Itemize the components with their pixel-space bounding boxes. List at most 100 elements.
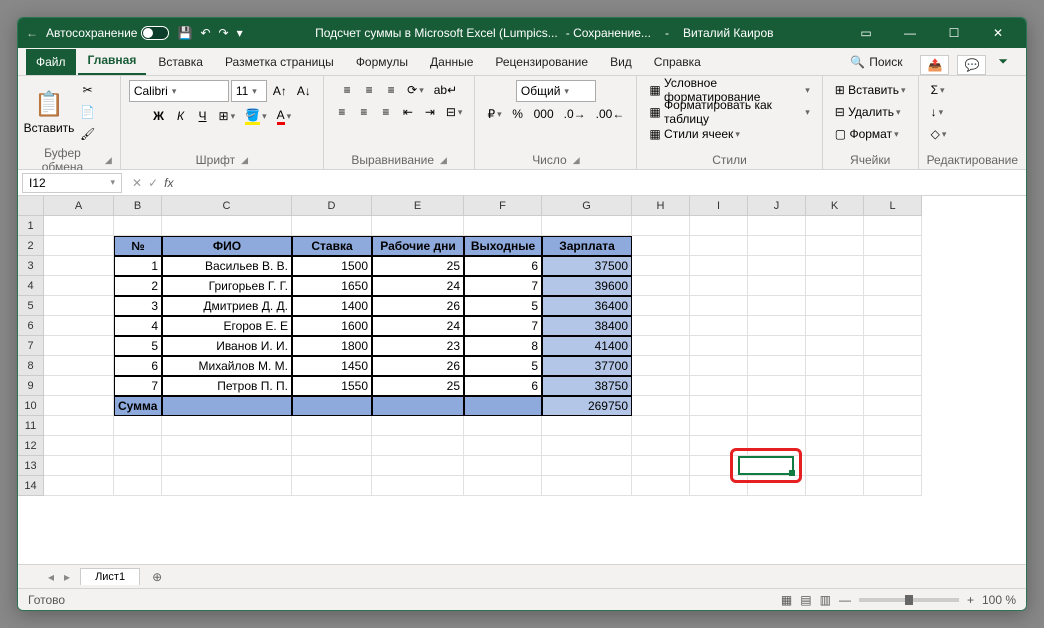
cell[interactable]	[542, 476, 632, 496]
view-layout-icon[interactable]: ▤	[800, 593, 811, 607]
cell[interactable]: 23	[372, 336, 464, 356]
cell[interactable]	[162, 416, 292, 436]
cell[interactable]	[44, 476, 114, 496]
cell[interactable]	[806, 476, 864, 496]
align-left-button[interactable]: ≡	[332, 102, 352, 122]
cell[interactable]	[864, 216, 922, 236]
delete-cells-button[interactable]: ⊟ Удалить	[831, 102, 905, 122]
worksheet[interactable]: ABCDEFGHIJKL12№ФИОСтавкаРабочие дниВыход…	[18, 196, 1026, 564]
cell[interactable]: Сумма	[114, 396, 162, 416]
tab-view[interactable]: Вид	[600, 49, 642, 75]
cell[interactable]: 3	[114, 296, 162, 316]
cell[interactable]	[162, 396, 292, 416]
cell[interactable]: 25	[372, 376, 464, 396]
number-format-select[interactable]: Общий	[516, 80, 596, 102]
zoom-out-icon[interactable]: ―	[839, 593, 851, 607]
tab-formulas[interactable]: Формулы	[346, 49, 418, 75]
bold-button[interactable]: Ж	[149, 106, 169, 126]
cell[interactable]	[806, 256, 864, 276]
cell[interactable]	[44, 356, 114, 376]
cell[interactable]	[372, 476, 464, 496]
cell[interactable]	[690, 396, 748, 416]
row-header[interactable]: 9	[18, 376, 44, 396]
cell[interactable]	[748, 396, 806, 416]
cell[interactable]	[44, 376, 114, 396]
cell[interactable]	[806, 236, 864, 256]
cell[interactable]: 1450	[292, 356, 372, 376]
column-header[interactable]: C	[162, 196, 292, 216]
cell[interactable]: 37500	[542, 256, 632, 276]
cell[interactable]: 1	[114, 256, 162, 276]
cell[interactable]	[162, 456, 292, 476]
sheet-tab-1[interactable]: Лист1	[80, 568, 140, 585]
cut-button[interactable]: ✂	[76, 80, 99, 100]
cell[interactable]	[806, 356, 864, 376]
italic-button[interactable]: К	[171, 106, 191, 126]
cancel-formula-icon[interactable]: ✕	[132, 176, 142, 190]
cell[interactable]	[748, 376, 806, 396]
cell[interactable]	[464, 216, 542, 236]
cell[interactable]	[864, 396, 922, 416]
cell[interactable]	[44, 436, 114, 456]
cell[interactable]	[632, 256, 690, 276]
cell[interactable]: Зарплата	[542, 236, 632, 256]
row-header[interactable]: 11	[18, 416, 44, 436]
cell[interactable]	[372, 436, 464, 456]
font-name-select[interactable]: Calibri	[129, 80, 229, 102]
cell[interactable]: Петров П. П.	[162, 376, 292, 396]
cell[interactable]: 5	[464, 296, 542, 316]
launcher-icon[interactable]: ◢	[440, 155, 447, 166]
row-header[interactable]: 2	[18, 236, 44, 256]
row-header[interactable]: 14	[18, 476, 44, 496]
column-header[interactable]: D	[292, 196, 372, 216]
cell[interactable]: 5	[114, 336, 162, 356]
cell[interactable]: 38400	[542, 316, 632, 336]
cell[interactable]: 24	[372, 276, 464, 296]
cell[interactable]: 1500	[292, 256, 372, 276]
cell[interactable]	[690, 356, 748, 376]
row-header[interactable]: 10	[18, 396, 44, 416]
cell[interactable]	[542, 456, 632, 476]
cell[interactable]	[542, 436, 632, 456]
cell[interactable]: Дмитриев Д. Д.	[162, 296, 292, 316]
redo-icon[interactable]: ↷	[219, 26, 229, 40]
cell[interactable]	[690, 236, 748, 256]
tab-help[interactable]: Справка	[644, 49, 711, 75]
border-button[interactable]: ⊞	[215, 106, 240, 126]
qat-more-icon[interactable]: ▾	[237, 26, 243, 40]
cell[interactable]: 4	[114, 316, 162, 336]
cell[interactable]	[44, 396, 114, 416]
cell[interactable]	[632, 216, 690, 236]
cell[interactable]: 38750	[542, 376, 632, 396]
cell[interactable]	[632, 236, 690, 256]
cell[interactable]	[748, 476, 806, 496]
zoom-slider[interactable]	[859, 598, 959, 602]
cell[interactable]: 25	[372, 256, 464, 276]
fx-icon[interactable]: fx	[164, 176, 173, 190]
cell[interactable]: 1400	[292, 296, 372, 316]
cell[interactable]: 6	[464, 376, 542, 396]
cell[interactable]	[864, 456, 922, 476]
cell[interactable]	[632, 416, 690, 436]
autosave-toggle[interactable]: Автосохранение	[46, 26, 169, 40]
cell[interactable]	[806, 376, 864, 396]
view-pagebreak-icon[interactable]: ▥	[820, 593, 831, 607]
font-size-select[interactable]: 11	[231, 80, 267, 102]
align-top-button[interactable]: ≡	[337, 80, 357, 100]
cell[interactable]	[542, 416, 632, 436]
cell[interactable]	[806, 396, 864, 416]
comma-button[interactable]: 000	[530, 104, 558, 124]
cell[interactable]	[44, 416, 114, 436]
cell-styles-button[interactable]: ▦ Стили ячеек	[645, 124, 743, 144]
font-color-button[interactable]: A	[273, 106, 296, 126]
cell[interactable]	[690, 336, 748, 356]
cell[interactable]	[632, 316, 690, 336]
minimize-icon[interactable]: ―	[890, 21, 930, 45]
currency-button[interactable]: ₽	[483, 104, 505, 124]
cell[interactable]	[632, 396, 690, 416]
cell[interactable]	[806, 316, 864, 336]
align-middle-button[interactable]: ≡	[359, 80, 379, 100]
cell[interactable]	[864, 476, 922, 496]
cell[interactable]	[162, 436, 292, 456]
cell[interactable]: 1650	[292, 276, 372, 296]
